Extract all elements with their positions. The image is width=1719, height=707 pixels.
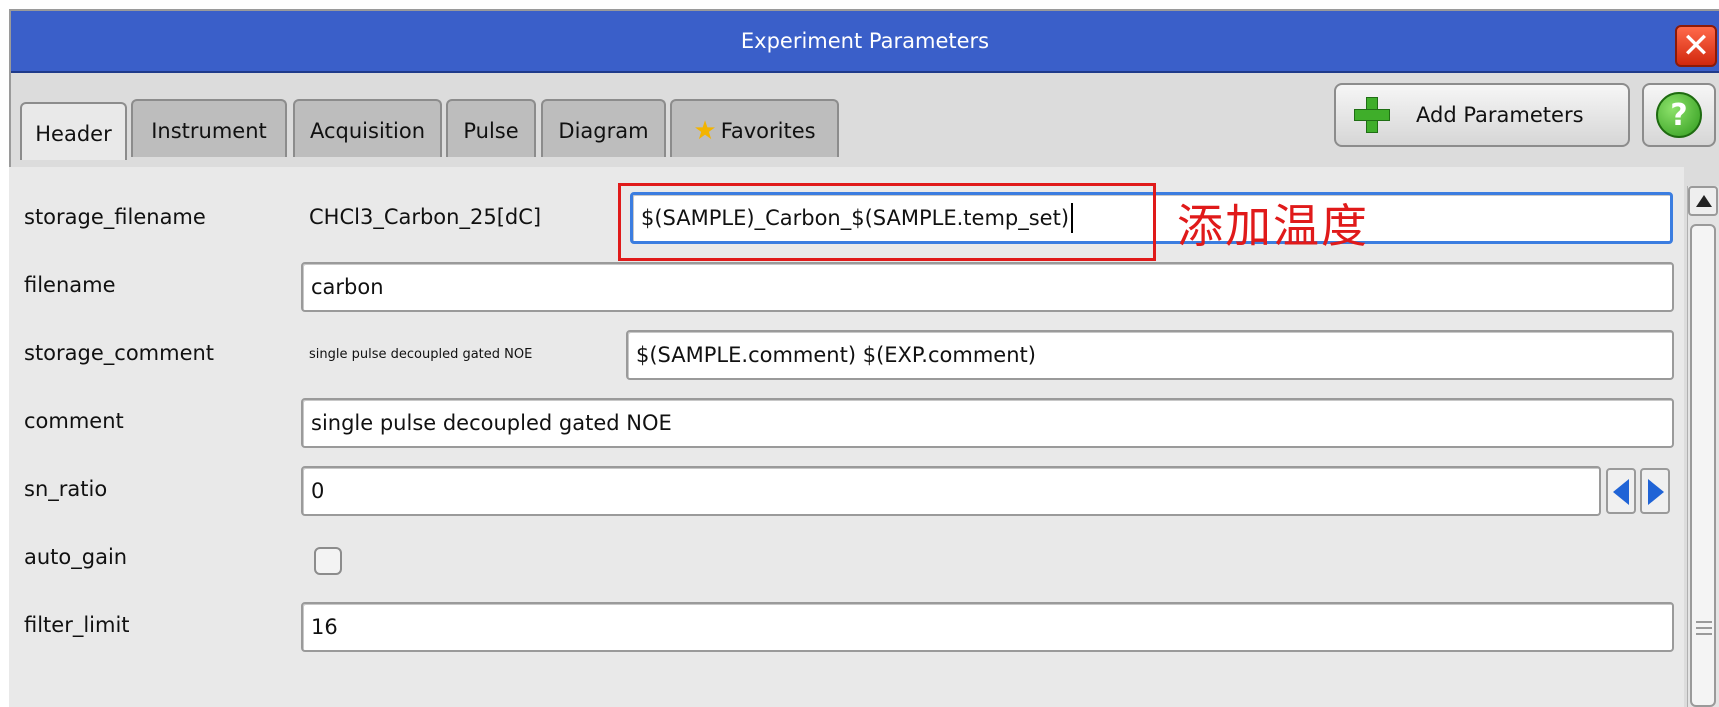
scroll-thumb[interactable] bbox=[1690, 224, 1716, 707]
comment-value: single pulse decoupled gated NOE bbox=[311, 411, 672, 435]
storage-comment-current: single pulse decoupled gated NOE bbox=[309, 347, 533, 362]
title-bar: Experiment Parameters ✕ bbox=[11, 11, 1719, 73]
add-parameters-button[interactable]: Add Parameters bbox=[1334, 83, 1630, 147]
tab-pulse-label: Pulse bbox=[463, 119, 519, 143]
tab-header-label: Header bbox=[35, 122, 112, 146]
comment-field[interactable]: single pulse decoupled gated NOE bbox=[301, 398, 1674, 448]
decrement-arrow-icon[interactable] bbox=[1606, 468, 1636, 514]
storage-comment-label: storage_comment bbox=[24, 341, 215, 365]
plus-icon bbox=[1354, 97, 1390, 133]
filename-value: carbon bbox=[311, 275, 384, 299]
filter-limit-field[interactable]: 16 bbox=[301, 602, 1674, 652]
star-icon: ★ bbox=[693, 116, 717, 146]
close-icon: ✕ bbox=[1681, 26, 1711, 66]
vertical-scrollbar[interactable] bbox=[1687, 186, 1719, 707]
tab-favorites[interactable]: ★ Favorites bbox=[670, 99, 839, 157]
tab-diagram[interactable]: Diagram bbox=[541, 99, 666, 157]
comment-label: comment bbox=[24, 409, 124, 433]
window-title: Experiment Parameters bbox=[740, 29, 990, 53]
sn-ratio-stepper[interactable] bbox=[1606, 468, 1670, 514]
increment-arrow-icon[interactable] bbox=[1640, 468, 1670, 514]
tab-acquisition-label: Acquisition bbox=[309, 119, 426, 143]
tab-diagram-label: Diagram bbox=[558, 119, 649, 143]
tab-pulse[interactable]: Pulse bbox=[446, 99, 536, 157]
grip-line bbox=[1696, 633, 1712, 635]
storage-filename-current: CHCl3_Carbon_25[dC] bbox=[309, 205, 542, 229]
filename-label: filename bbox=[24, 273, 116, 297]
help-icon: ? bbox=[1656, 92, 1702, 138]
sn-ratio-label: sn_ratio bbox=[24, 477, 108, 501]
tab-instrument[interactable]: Instrument bbox=[131, 99, 287, 157]
filter-limit-value: 16 bbox=[311, 615, 338, 639]
annotation-text: 添加温度 bbox=[1177, 199, 1369, 253]
auto-gain-checkbox[interactable] bbox=[314, 547, 342, 575]
storage-filename-label: storage_filename bbox=[24, 205, 206, 229]
sn-ratio-field[interactable]: 0 bbox=[301, 466, 1601, 516]
help-button[interactable]: ? bbox=[1642, 83, 1716, 147]
tab-instrument-label: Instrument bbox=[151, 119, 267, 143]
scroll-up-arrow-icon[interactable] bbox=[1688, 186, 1718, 216]
grip-line bbox=[1696, 627, 1712, 629]
close-button[interactable]: ✕ bbox=[1675, 25, 1717, 67]
storage-comment-value: $(SAMPLE.comment) $(EXP.comment) bbox=[636, 343, 1036, 367]
auto-gain-label: auto_gain bbox=[24, 545, 128, 569]
filter-limit-label: filter_limit bbox=[24, 613, 130, 637]
storage-comment-field[interactable]: $(SAMPLE.comment) $(EXP.comment) bbox=[626, 330, 1674, 380]
filename-field[interactable]: carbon bbox=[301, 262, 1674, 312]
tab-acquisition[interactable]: Acquisition bbox=[293, 99, 442, 157]
sn-ratio-value: 0 bbox=[311, 479, 325, 503]
tab-favorites-label: Favorites bbox=[720, 119, 816, 143]
tab-header[interactable]: Header bbox=[20, 102, 127, 160]
add-parameters-label: Add Parameters bbox=[1416, 103, 1584, 127]
grip-line bbox=[1696, 621, 1712, 623]
annotation-highlight-box bbox=[618, 183, 1156, 261]
